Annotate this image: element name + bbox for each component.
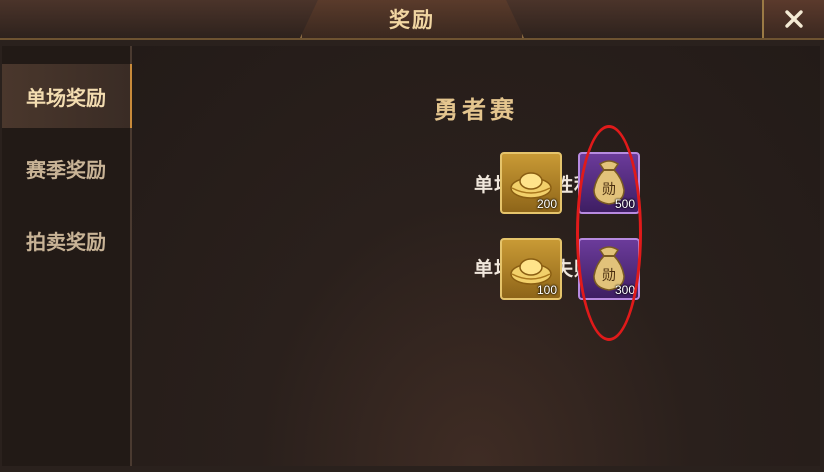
title-plate: 奖励: [300, 0, 524, 38]
loss-gold-reward[interactable]: 100: [500, 238, 562, 300]
title-bar: 奖励: [0, 0, 824, 40]
item-quantity: 200: [536, 197, 557, 211]
tab-auction-reward[interactable]: 拍卖奖励: [2, 208, 130, 272]
highlight-annotation: [576, 125, 642, 341]
event-heading: 勇者赛: [434, 95, 518, 124]
win-gold-reward[interactable]: 200: [500, 152, 562, 214]
sidebar: 单场奖励 赛季奖励 拍卖奖励: [2, 46, 134, 466]
close-icon: [785, 10, 803, 28]
dialog-title: 奖励: [389, 7, 435, 32]
close-button[interactable]: [762, 0, 824, 38]
tab-single-match-reward[interactable]: 单场奖励: [2, 64, 134, 128]
tab-season-reward[interactable]: 赛季奖励: [2, 136, 130, 200]
reward-dialog: 奖励 单场奖励 赛季奖励 拍卖奖励 勇者赛 单场竞赛胜利： 200: [0, 0, 824, 472]
item-quantity: 100: [536, 283, 557, 297]
reward-content: 勇者赛 单场竞赛胜利： 200 勋 500 单场竞赛失败：: [132, 46, 820, 466]
